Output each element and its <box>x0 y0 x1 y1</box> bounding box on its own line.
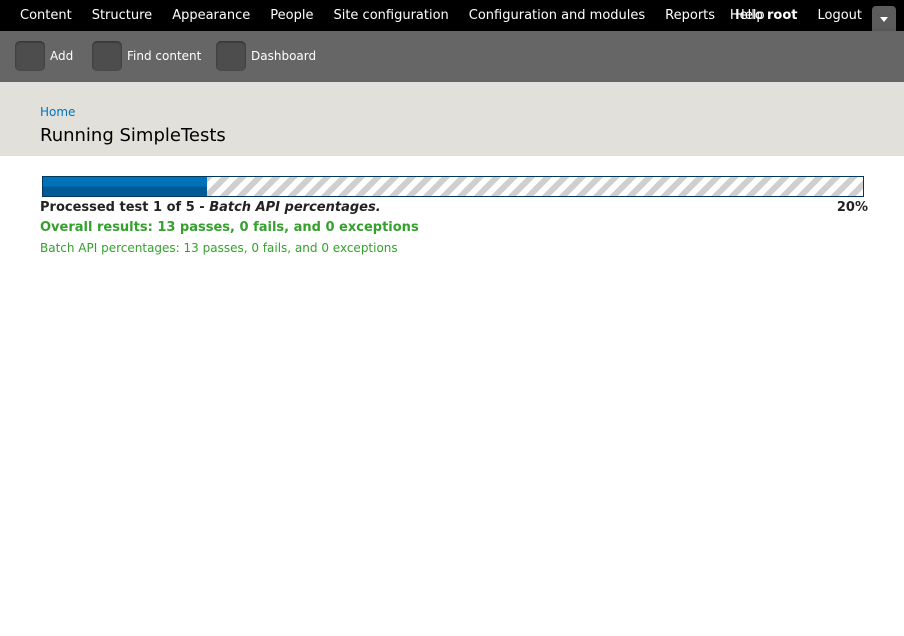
progress-percentage: 20% <box>836 200 868 215</box>
shortcut-dashboard-icon <box>216 41 246 71</box>
menu-item-structure[interactable]: Structure <box>82 0 162 31</box>
shortcuts-bar: Add Find content Dashboard <box>0 31 904 82</box>
greeting-hello: Hello <box>729 8 763 23</box>
progress-message-prefix: Processed test 1 of 5 - <box>40 200 210 215</box>
menu-item-appearance[interactable]: Appearance <box>162 0 260 31</box>
progress-message: Processed test 1 of 5 - Batch API percen… <box>40 200 381 215</box>
shortcut-label: Find content <box>127 49 202 63</box>
overall-results: Overall results: 13 passes, 0 fails, and… <box>40 220 419 235</box>
menu-item-content[interactable]: Content <box>10 0 82 31</box>
logout-link[interactable]: Logout <box>817 0 862 31</box>
shortcut-dashboard[interactable]: Dashboard <box>216 41 316 71</box>
greeting: Hello root <box>730 0 798 31</box>
shortcut-label: Dashboard <box>251 49 317 63</box>
test-result-detail: Batch API percentages: 13 passes, 0 fail… <box>40 241 398 255</box>
shortcut-add[interactable]: Add <box>15 41 73 71</box>
page-title: Running SimpleTests <box>40 125 226 146</box>
page-header: Home Running SimpleTests <box>0 82 904 156</box>
menu-item-configuration-and-modules[interactable]: Configuration and modules <box>459 0 655 31</box>
shortcuts-toggle-button[interactable] <box>872 6 896 31</box>
chevron-down-icon <box>880 17 888 22</box>
shortcut-label: Add <box>50 49 74 63</box>
progress-current-test: Batch API percentages. <box>209 200 381 215</box>
menu-item-reports[interactable]: Reports <box>655 0 725 31</box>
shortcut-add-icon <box>15 41 45 71</box>
progress-fill <box>43 177 207 196</box>
menu-item-site-configuration[interactable]: Site configuration <box>323 0 458 31</box>
menu-item-people[interactable]: People <box>260 0 323 31</box>
breadcrumb-home[interactable]: Home <box>40 105 75 119</box>
admin-toolbar: Content Structure Appearance People Site… <box>0 0 904 31</box>
shortcut-find-content-icon <box>92 41 122 71</box>
progress-bar <box>42 176 864 197</box>
user-menu: Hello root Logout <box>730 0 862 31</box>
admin-menu: Content Structure Appearance People Site… <box>10 0 775 31</box>
username[interactable]: root <box>767 8 798 23</box>
shortcut-find-content[interactable]: Find content <box>92 41 201 71</box>
